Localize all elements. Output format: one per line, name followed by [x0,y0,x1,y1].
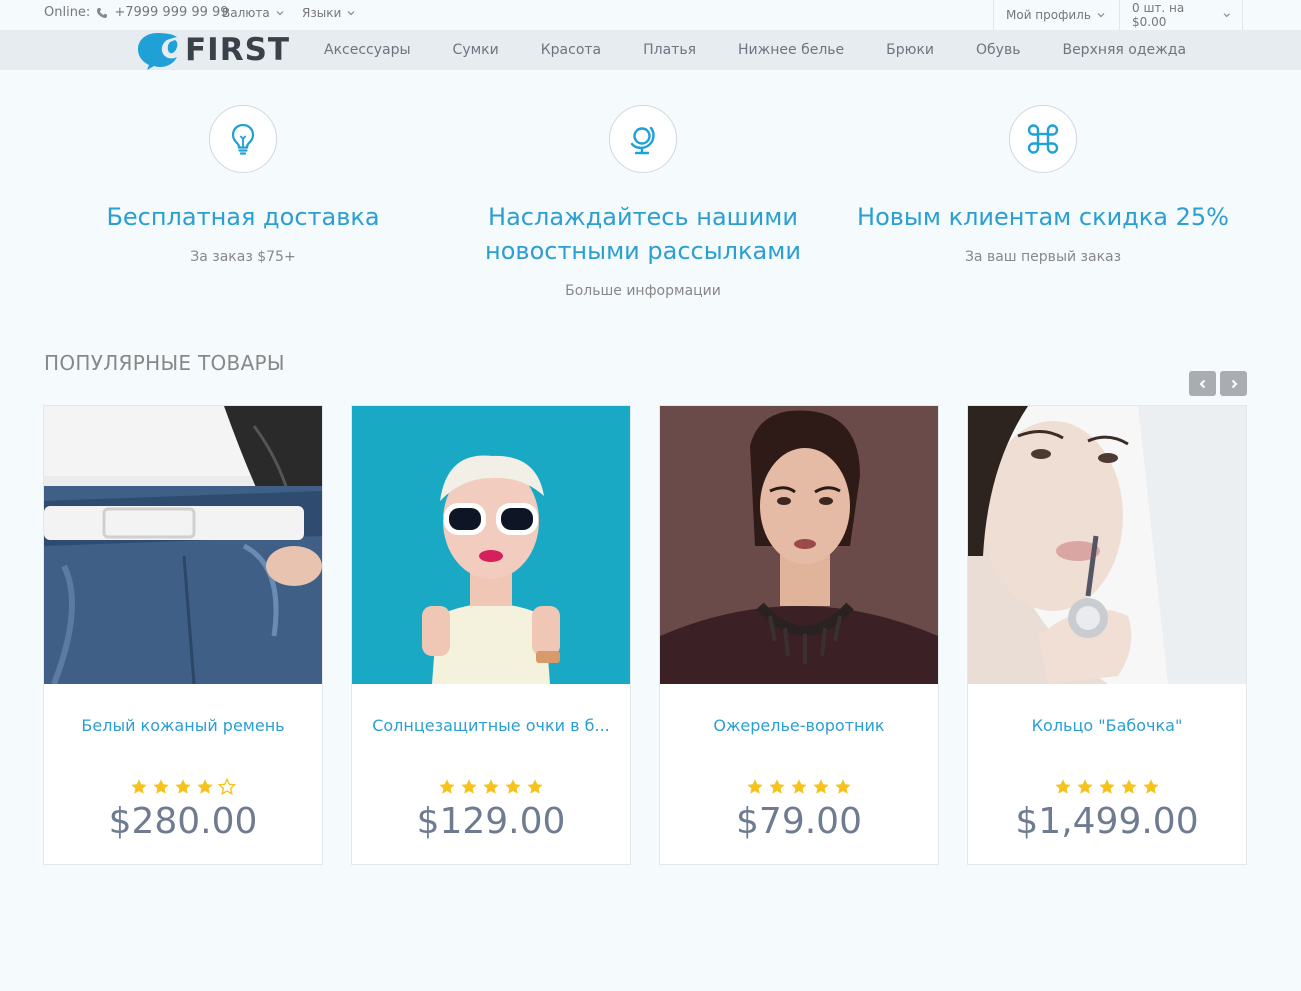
star-filled-icon [813,779,829,794]
chevron-down-icon [1223,13,1230,18]
profile-dropdown[interactable]: Мой профиль [993,0,1119,30]
product-image[interactable] [968,406,1246,684]
product-card[interactable]: Кольцо "Бабочка" $1,499.00 [967,405,1247,865]
online-contact: Online: +7999 999 99 99 [44,5,229,20]
nav-item-outerwear[interactable]: Верхняя одежда [1041,30,1207,70]
star-filled-icon [1055,779,1071,794]
star-filled-icon [747,779,763,794]
star-filled-icon [483,779,499,794]
chevron-left-icon [1199,379,1205,388]
nav-item-trousers[interactable]: Брюки [865,30,955,70]
chevron-down-icon [1097,13,1105,18]
feature-newsletter: Наслаждайтесь нашими новостными рассылка… [443,105,843,299]
feature-icon-circle [609,105,677,173]
nav-item-lingerie[interactable]: Нижнее белье [717,30,865,70]
star-empty-icon [218,778,236,796]
rating-stars [660,778,938,796]
feature-subtitle: За ваш первый заказ [964,249,1122,265]
rating-stars [968,778,1246,796]
category-menu: Аксессуары Сумки Красота Платья Нижнее б… [303,30,1207,70]
rating-stars [44,778,322,796]
top-bar: Online: +7999 999 99 99 Валюта Языки Мой… [0,0,1301,30]
chevron-down-icon [347,11,355,16]
feature-icon-circle [209,105,277,173]
logo-mark-icon [138,33,182,70]
star-filled-icon [439,779,455,794]
product-name[interactable]: Белый кожаный ремень [44,716,322,735]
star-filled-icon [153,779,169,794]
product-card[interactable]: Ожерелье-воротник $79.00 [659,405,939,865]
product-price: $280.00 [108,801,258,842]
feature-subtitle: За заказ $75+ [190,249,296,265]
feature-subtitle[interactable]: Больше информации [443,283,843,299]
star-filled-icon [175,779,191,794]
carousel-next-button[interactable] [1220,371,1247,396]
feature-title: Бесплатная доставка [106,203,380,231]
languages-dropdown[interactable]: Языки [302,6,355,20]
star-filled-icon [1143,779,1159,794]
languages-label: Языки [302,6,342,20]
feature-free-delivery: Бесплатная доставка За заказ $75+ [43,105,443,265]
star-filled-icon [835,779,851,794]
star-filled-icon [769,779,785,794]
main-navbar: FIRST Аксессуары Сумки Красота Платья Ни… [0,30,1301,70]
nav-item-dresses[interactable]: Платья [622,30,717,70]
product-image[interactable] [352,406,630,684]
feature-discount: Новым клиентам скидка 25% За ваш первый … [843,105,1243,265]
online-label: Online: [44,5,91,20]
product-image[interactable] [660,406,938,684]
nav-item-beauty[interactable]: Красота [520,30,622,70]
phone-number[interactable]: +7999 999 99 99 [114,5,228,20]
feature-title: Наслаждайтесь нашими новостными рассылка… [485,203,801,265]
product-price: $79.00 [736,801,862,842]
star-filled-icon [791,779,807,794]
product-card[interactable]: Солнцезащитные очки в б... $129.00 [351,405,631,865]
product-name[interactable]: Ожерелье-воротник [660,716,938,735]
product-price: $1,499.00 [1015,801,1199,842]
product-price: $129.00 [416,801,566,842]
phone-icon [97,7,108,18]
nav-item-accessories[interactable]: Аксессуары [303,30,432,70]
carousel-prev-button[interactable] [1189,371,1216,396]
chevron-down-icon [276,11,284,16]
section-title: ПОПУЛЯРНЫЕ ТОВАРЫ [44,351,285,375]
profile-label: Мой профиль [1006,8,1091,22]
star-filled-icon [1099,779,1115,794]
star-filled-icon [131,779,147,794]
star-filled-icon [1121,779,1137,794]
product-name[interactable]: Солнцезащитные очки в б... [352,716,630,735]
nav-item-bags[interactable]: Сумки [432,30,520,70]
lightbulb-icon [231,123,255,155]
star-filled-icon [461,779,477,794]
globe-icon [630,126,655,155]
command-icon [1027,124,1059,154]
star-filled-icon [527,779,543,794]
rating-stars [352,778,630,796]
currency-label: Валюта [222,6,270,20]
product-name[interactable]: Кольцо "Бабочка" [968,716,1246,735]
site-logo[interactable]: FIRST [137,31,297,70]
cart-label: 0 шт. на $0.00 [1132,1,1185,29]
product-card[interactable]: Белый кожаный ремень $280.00 [43,405,323,865]
logo-text: FIRST [185,32,291,68]
feature-icon-circle [1009,105,1077,173]
star-filled-icon [505,779,521,794]
cart-dropdown[interactable]: 0 шт. на $0.00 [1119,0,1243,30]
chevron-right-icon [1231,379,1237,388]
star-filled-icon [1077,779,1093,794]
feature-title: Новым клиентам скидка 25% [857,203,1229,231]
star-filled-icon [197,779,213,794]
nav-item-shoes[interactable]: Обувь [955,30,1041,70]
product-image[interactable] [44,406,322,684]
currency-dropdown[interactable]: Валюта [222,6,284,20]
